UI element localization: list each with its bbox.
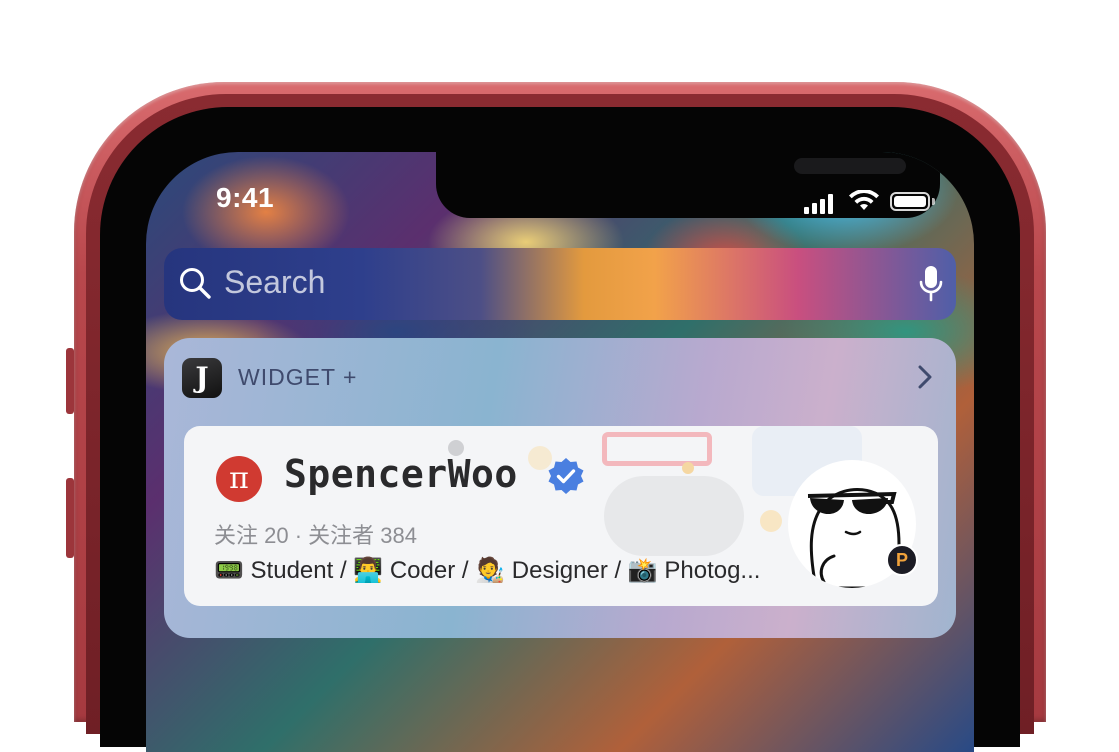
search-icon <box>180 268 211 299</box>
widget-app-icon[interactable]: J <box>182 358 222 398</box>
wifi-icon <box>849 190 879 210</box>
verified-badge-icon <box>548 458 584 494</box>
front-camera <box>940 158 956 174</box>
follow-counts: 关注 20 · 关注者 384 <box>214 523 417 548</box>
search-bar[interactable]: Search <box>164 248 956 320</box>
avatar-badge: π <box>216 456 262 502</box>
volume-down-button <box>66 478 74 558</box>
decorative-console-shape <box>604 476 744 556</box>
widget-panel: J WIDGET + π SpencerWoo 关注 20 · 关注者 384 … <box>164 338 956 638</box>
earpiece-speaker <box>794 158 906 174</box>
decorative-dot <box>682 462 694 474</box>
volume-up-button <box>66 348 74 414</box>
decorative-glasses-shape <box>602 432 712 466</box>
phone-screen: 9:41 Search J WIDGET + π SpencerWoo 关注 2… <box>146 152 974 752</box>
platform-badge: P <box>886 544 918 576</box>
profile-card[interactable]: π SpencerWoo 关注 20 · 关注者 384 📟 Student /… <box>184 426 938 606</box>
microphone-icon[interactable] <box>918 264 944 304</box>
status-time: 9:41 <box>216 182 275 213</box>
search-placeholder: Search <box>224 264 326 300</box>
profile-username: SpencerWoo <box>284 452 518 496</box>
profile-bio: 📟 Student / 👨‍💻 Coder / 🧑‍🎨 Designer / 📸… <box>214 557 761 584</box>
decorative-dot <box>760 510 782 532</box>
widget-title[interactable]: WIDGET + <box>238 364 357 391</box>
chevron-right-icon[interactable] <box>916 362 934 392</box>
